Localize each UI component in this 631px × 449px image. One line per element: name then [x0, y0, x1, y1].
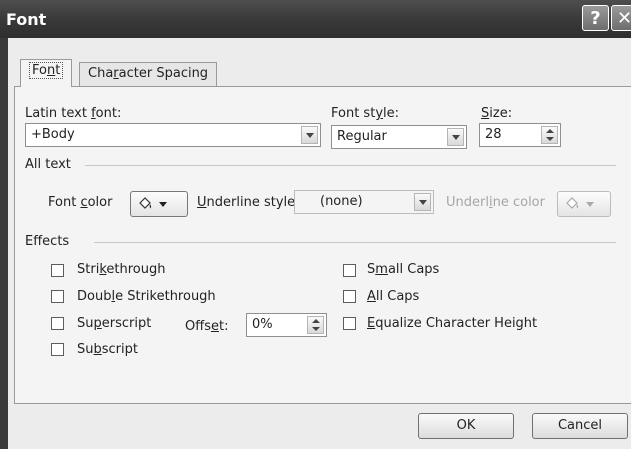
tab-character-spacing[interactable]: Character Spacing [79, 62, 218, 86]
font-style-label: Font style: [331, 106, 400, 121]
spin-arrows-icon[interactable] [541, 126, 558, 144]
font-style-select[interactable]: Regular [331, 125, 467, 149]
underline-style-select[interactable]: (none) [294, 190, 434, 214]
subscript-checkbox[interactable] [51, 343, 64, 356]
paint-bucket-icon [139, 197, 152, 209]
double-strikethrough-label[interactable]: Double Strikethrough [77, 289, 216, 304]
equalize-height-label[interactable]: Equalize Character Height [367, 316, 537, 331]
superscript-checkbox[interactable] [51, 317, 64, 330]
all-text-heading: All text [25, 157, 71, 172]
close-button[interactable]: ✕ [611, 5, 631, 31]
offset-value: 0% [252, 317, 273, 332]
window-border [0, 38, 8, 449]
chevron-down-icon[interactable] [414, 193, 431, 211]
strikethrough-checkbox[interactable] [51, 264, 64, 277]
help-button[interactable]: ? [582, 5, 609, 31]
ok-button[interactable]: OK [418, 413, 514, 439]
paint-bucket-icon [566, 197, 579, 209]
tab-character-spacing-label: Character Spacing [88, 66, 209, 81]
chevron-down-icon[interactable] [447, 128, 464, 146]
divider [94, 242, 616, 243]
effects-heading: Effects [25, 234, 70, 249]
latin-font-select[interactable]: +Body [25, 123, 321, 147]
small-caps-checkbox[interactable] [343, 264, 356, 277]
window-bottom [8, 442, 631, 449]
font-dialog: Font ? ✕ Font Character Spacing Latin te… [0, 0, 631, 449]
chevron-down-icon [159, 202, 167, 207]
offset-spinner[interactable]: 0% [246, 313, 327, 337]
dialog-title: Font [6, 10, 47, 29]
size-spinner[interactable]: 28 [479, 123, 561, 147]
equalize-height-checkbox[interactable] [343, 317, 356, 330]
small-caps-label[interactable]: Small Caps [367, 262, 439, 277]
underline-color-button[interactable] [557, 191, 611, 217]
all-caps-label[interactable]: All Caps [367, 289, 419, 304]
latin-font-value: +Body [31, 127, 75, 142]
font-style-value: Regular [337, 129, 387, 144]
tab-font[interactable]: Font [20, 59, 73, 87]
size-value: 28 [485, 127, 502, 142]
underline-style-value: (none) [320, 194, 363, 209]
offset-label: Offset: [185, 319, 229, 334]
title-bar[interactable]: Font ? ✕ [0, 0, 631, 38]
latin-font-label: Latin text font: [25, 106, 122, 121]
superscript-label[interactable]: Superscript [77, 316, 151, 331]
divider [85, 165, 616, 166]
font-color-label: Font color [48, 195, 113, 210]
font-color-button[interactable] [130, 191, 188, 217]
strikethrough-label[interactable]: Strikethrough [77, 262, 165, 277]
chevron-down-icon[interactable] [301, 126, 318, 144]
chevron-down-icon [586, 202, 594, 207]
underline-color-label: Underline color [446, 195, 545, 210]
tab-font-label: Font [29, 62, 64, 79]
spin-arrows-icon[interactable] [307, 316, 324, 334]
subscript-label[interactable]: Subscript [77, 342, 138, 357]
double-strikethrough-checkbox[interactable] [51, 290, 64, 303]
underline-style-label: Underline style [197, 195, 296, 210]
all-caps-checkbox[interactable] [343, 290, 356, 303]
cancel-button[interactable]: Cancel [532, 413, 628, 439]
size-label: Size: [481, 106, 513, 121]
